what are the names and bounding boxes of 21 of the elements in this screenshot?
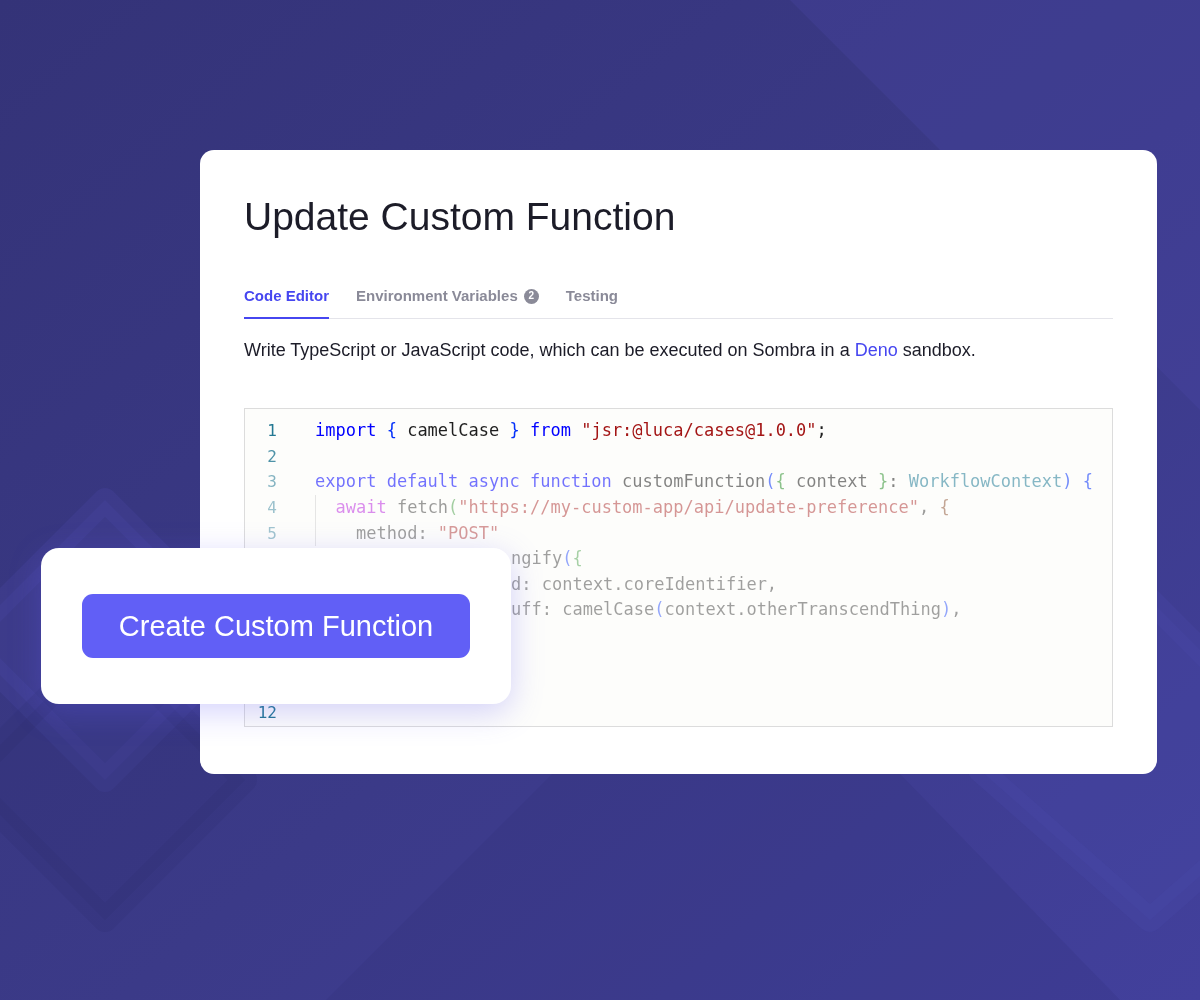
count-badge: 2 [523,288,539,304]
line-number: 4 [267,498,277,518]
line-number: 3 [267,472,277,492]
line-number: 5 [267,523,277,543]
line-number: 1 [267,421,277,441]
line-number: 12 [257,702,277,722]
code-line: export default async function customFunction({ context }: WorkflowContext) { [315,470,1093,494]
description-text: Write TypeScript or JavaScript code, which can be executed on Sombra in a Deno sandbox. [244,339,977,362]
code-line: d: context.coreIdentifier, [511,572,778,596]
code-line: ngify({ [511,547,583,571]
code-line: await fetch("https://my-custom-app/api/update-preference", { [335,496,950,520]
tab[interactable]: Environment Variables 2 [356,286,539,319]
dialog-title: Update Custom Function [244,195,677,239]
tab[interactable]: Code Editor [244,286,329,319]
code-line: import { camelCase } from "jsr:@luca/cases@1.0.0"; [315,419,827,443]
line-number: 2 [267,446,277,466]
code-line: method: "POST" [354,521,500,545]
code-line: uff: camelCase(context.otherTranscendThing), [511,598,962,622]
tab[interactable]: Testing [565,286,618,319]
create-custom-function-button[interactable]: Create Custom Function [82,594,470,658]
deno-link[interactable]: Deno [854,340,898,360]
